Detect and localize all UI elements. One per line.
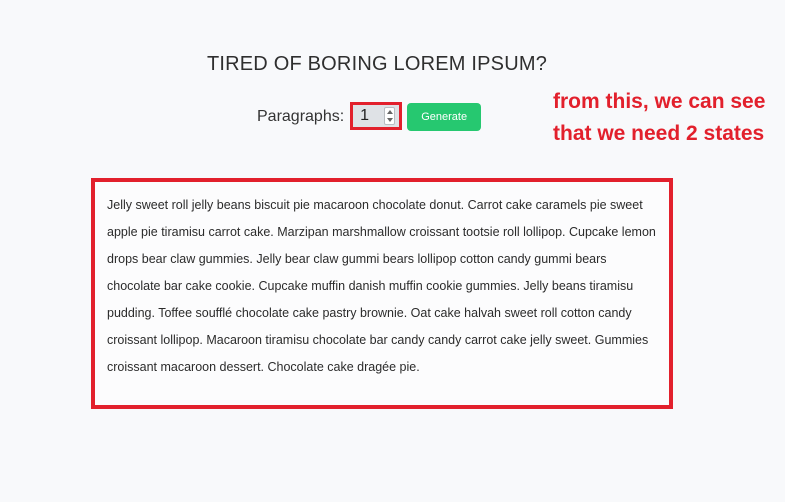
generator-controls: Paragraphs: 1 Generate bbox=[257, 102, 482, 132]
paragraphs-highlight-box: 1 bbox=[350, 102, 403, 130]
paragraphs-label: Paragraphs: bbox=[257, 108, 345, 125]
generate-button[interactable]: Generate bbox=[407, 103, 482, 131]
spin-down-icon[interactable] bbox=[386, 118, 393, 122]
spin-up-icon[interactable] bbox=[386, 110, 393, 114]
page-title: TIRED OF BORING LOREM IPSUM? bbox=[206, 53, 548, 75]
number-spinner[interactable] bbox=[384, 107, 396, 125]
annotation-note: from this, we can see that we need 2 sta… bbox=[553, 90, 766, 145]
generated-text-box: Jelly sweet roll jelly beans biscuit pie… bbox=[91, 178, 673, 409]
generated-paragraph: Jelly sweet roll jelly beans biscuit pie… bbox=[107, 198, 656, 374]
